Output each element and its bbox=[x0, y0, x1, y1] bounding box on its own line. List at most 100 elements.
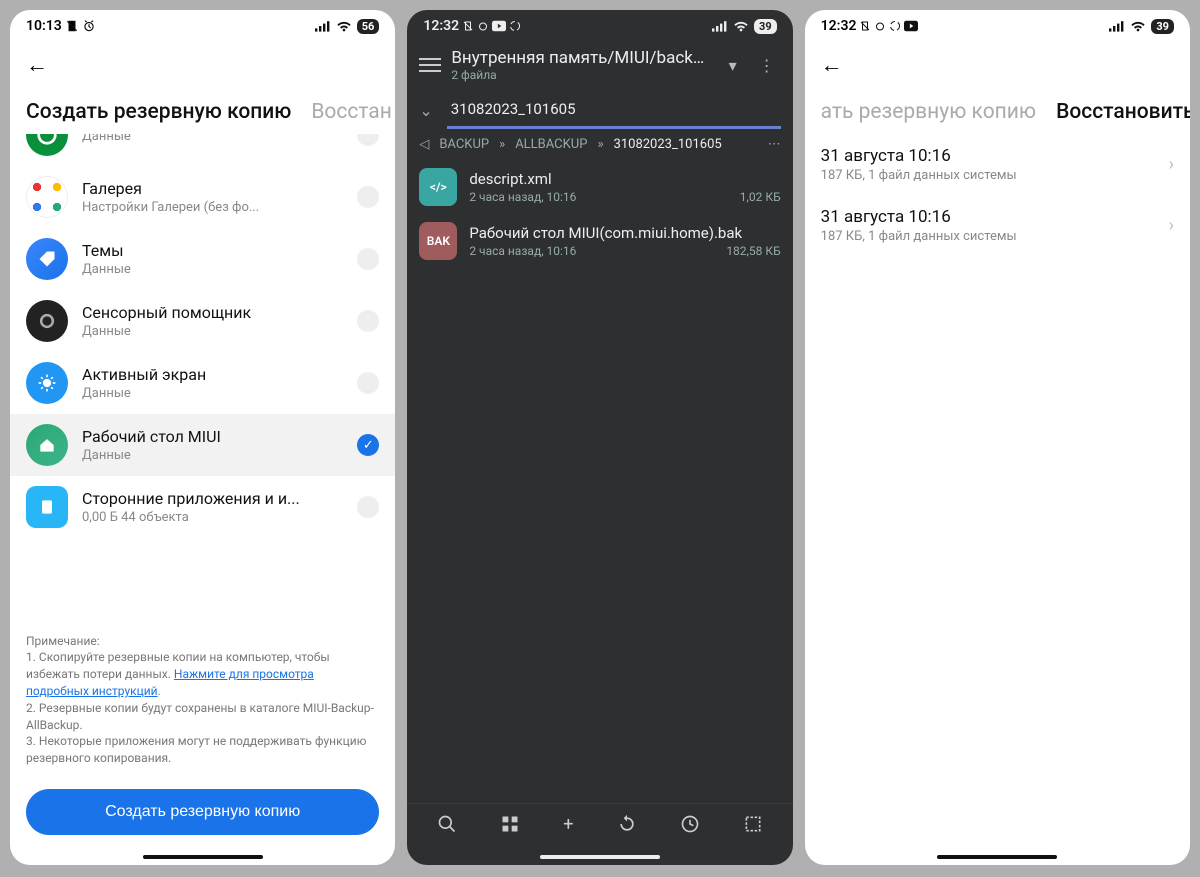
file-row[interactable]: </> descript.xml 2 часа назад, 10:161,02… bbox=[407, 160, 792, 214]
tab-restore[interactable]: Восстановить bbox=[1056, 100, 1190, 124]
item-title: Галерея bbox=[82, 179, 343, 198]
fm-tab[interactable]: 31082023_101605 bbox=[447, 92, 781, 129]
bak-file-icon: BAK bbox=[419, 222, 457, 260]
list-item[interactable]: Темы Данные bbox=[10, 228, 395, 290]
fm-toolbar: Внутренняя память/MIUI/backup/... 2 файл… bbox=[407, 42, 792, 88]
refresh-icon[interactable] bbox=[617, 814, 637, 839]
restore-sub: 187 КБ, 1 файл данных системы bbox=[821, 229, 1157, 244]
backup-list[interactable]: Данные Галерея Настройки Галереи (без фо… bbox=[10, 134, 395, 623]
status-bar: 12:32 39 bbox=[407, 10, 792, 42]
item-sub: Данные bbox=[82, 134, 343, 144]
note-1: 1. Скопируйте резервные копии на компьют… bbox=[26, 649, 379, 699]
home-icon bbox=[26, 424, 68, 466]
vibrate-icon bbox=[65, 19, 79, 33]
apps-icon bbox=[26, 486, 68, 528]
item-sub: Данные bbox=[82, 448, 343, 463]
wifi-icon bbox=[336, 20, 352, 32]
phone-file-manager: 12:32 39 Внутренняя память/MIUI/backup/.… bbox=[407, 10, 792, 865]
vibrate-icon bbox=[462, 20, 474, 32]
add-icon[interactable]: + bbox=[563, 814, 573, 839]
list-item[interactable]: Данные bbox=[10, 134, 395, 166]
loading-icon bbox=[889, 20, 901, 32]
history-icon[interactable] bbox=[680, 814, 700, 839]
app-icon bbox=[26, 134, 68, 156]
restore-title: 31 августа 10:16 bbox=[821, 146, 1157, 166]
breadcrumb-item[interactable]: BACKUP bbox=[439, 137, 489, 152]
create-backup-button[interactable]: Создать резервную копию bbox=[26, 789, 379, 835]
vibrate-icon bbox=[859, 20, 871, 32]
phone-backup: 10:13 56 ← Создать резервную копию Восст… bbox=[10, 10, 395, 865]
home-indicator[interactable] bbox=[937, 855, 1057, 859]
item-sub: Настройки Галереи (без фо... bbox=[82, 200, 343, 215]
breadcrumb-more-icon[interactable]: ⋯ bbox=[768, 137, 781, 152]
list-item-selected[interactable]: Рабочий стол MIUI Данные ✓ bbox=[10, 414, 395, 476]
breadcrumb-back[interactable]: ◁ bbox=[419, 137, 429, 152]
note-2: 2. Резервные копии будут сохранены в кат… bbox=[26, 700, 379, 734]
breadcrumb-item[interactable]: ALLBACKUP bbox=[515, 137, 587, 152]
file-list[interactable]: </> descript.xml 2 часа назад, 10:161,02… bbox=[407, 160, 792, 803]
tabs: Создать резервную копию Восстан bbox=[10, 86, 395, 134]
view-grid-icon[interactable] bbox=[500, 814, 520, 839]
breadcrumb: ◁ BACKUP » ALLBACKUP » 31082023_101605 ⋯ bbox=[407, 129, 792, 160]
notes-block: Примечание: 1. Скопируйте резервные копи… bbox=[10, 623, 395, 777]
radio-unchecked[interactable] bbox=[357, 496, 379, 518]
file-name: descript.xml bbox=[469, 170, 780, 188]
loading-icon bbox=[509, 20, 521, 32]
tab-create-backup[interactable]: Создать резервную копию bbox=[26, 100, 291, 124]
active-screen-icon bbox=[26, 362, 68, 404]
item-sub: Данные bbox=[82, 324, 343, 339]
notes-header: Примечание: bbox=[26, 633, 379, 650]
status-time: 12:32 bbox=[423, 18, 459, 34]
radio-unchecked[interactable] bbox=[357, 372, 379, 394]
dropdown-icon[interactable]: ▾ bbox=[723, 52, 743, 79]
radio-unchecked[interactable] bbox=[357, 134, 379, 146]
signal-icon bbox=[315, 20, 331, 32]
tab-restore[interactable]: Восстан bbox=[311, 100, 392, 124]
youtube-icon bbox=[904, 20, 918, 32]
chevron-down-icon[interactable]: ⌄ bbox=[419, 101, 432, 120]
chevron-right-icon: › bbox=[1169, 215, 1174, 236]
file-time: 2 часа назад, 10:16 bbox=[469, 244, 576, 258]
restore-row[interactable]: 31 августа 10:16 187 КБ, 1 файл данных с… bbox=[805, 195, 1190, 256]
search-icon[interactable] bbox=[437, 814, 457, 839]
home-indicator[interactable] bbox=[540, 855, 660, 859]
file-row[interactable]: BAK Рабочий стол MIUI(com.miui.home).bak… bbox=[407, 214, 792, 268]
tab-create-backup[interactable]: ать резервную копию bbox=[821, 100, 1036, 124]
check-icon[interactable]: ✓ bbox=[357, 434, 379, 456]
signal-icon bbox=[1109, 20, 1125, 32]
item-title: Сенсорный помощник bbox=[82, 303, 343, 322]
fm-path[interactable]: Внутренняя память/MIUI/backup/... bbox=[451, 48, 712, 68]
battery-indicator: 56 bbox=[357, 19, 380, 34]
file-size: 1,02 КБ bbox=[740, 190, 781, 204]
item-sub: 0,00 Б 44 объекта bbox=[82, 510, 343, 525]
restore-sub: 187 КБ, 1 файл данных системы bbox=[821, 168, 1157, 183]
radio-unchecked[interactable] bbox=[357, 310, 379, 332]
status-time: 10:13 bbox=[26, 18, 62, 34]
menu-icon[interactable] bbox=[419, 58, 441, 72]
tabs: ать резервную копию Восстановить bbox=[805, 86, 1190, 134]
chevron-right-icon: › bbox=[1169, 154, 1174, 175]
item-sub: Данные bbox=[82, 262, 343, 277]
back-icon[interactable]: ← bbox=[821, 53, 843, 78]
nav-back-row: ← bbox=[805, 42, 1190, 86]
list-item[interactable]: Активный экран Данные bbox=[10, 352, 395, 414]
list-item[interactable]: Сенсорный помощник Данные bbox=[10, 290, 395, 352]
item-title: Активный экран bbox=[82, 365, 343, 384]
back-icon[interactable]: ← bbox=[26, 53, 48, 78]
overflow-icon[interactable]: ⋮ bbox=[753, 52, 781, 79]
assistant-icon bbox=[26, 300, 68, 342]
list-item[interactable]: Галерея Настройки Галереи (без фо... bbox=[10, 166, 395, 228]
restore-row[interactable]: 31 августа 10:16 187 КБ, 1 файл данных с… bbox=[805, 134, 1190, 195]
restore-list[interactable]: 31 августа 10:16 187 КБ, 1 файл данных с… bbox=[805, 134, 1190, 845]
radio-unchecked[interactable] bbox=[357, 248, 379, 270]
nav-back-row: ← bbox=[10, 42, 395, 86]
home-indicator[interactable] bbox=[143, 855, 263, 859]
radio-unchecked[interactable] bbox=[357, 186, 379, 208]
select-icon[interactable] bbox=[743, 814, 763, 839]
fm-count: 2 файла bbox=[451, 68, 712, 82]
item-title: Темы bbox=[82, 241, 343, 260]
list-item[interactable]: Сторонние приложения и и... 0,00 Б 44 об… bbox=[10, 476, 395, 538]
file-name: Рабочий стол MIUI(com.miui.home).bak bbox=[469, 224, 780, 242]
restore-title: 31 августа 10:16 bbox=[821, 207, 1157, 227]
wifi-icon bbox=[1130, 20, 1146, 32]
